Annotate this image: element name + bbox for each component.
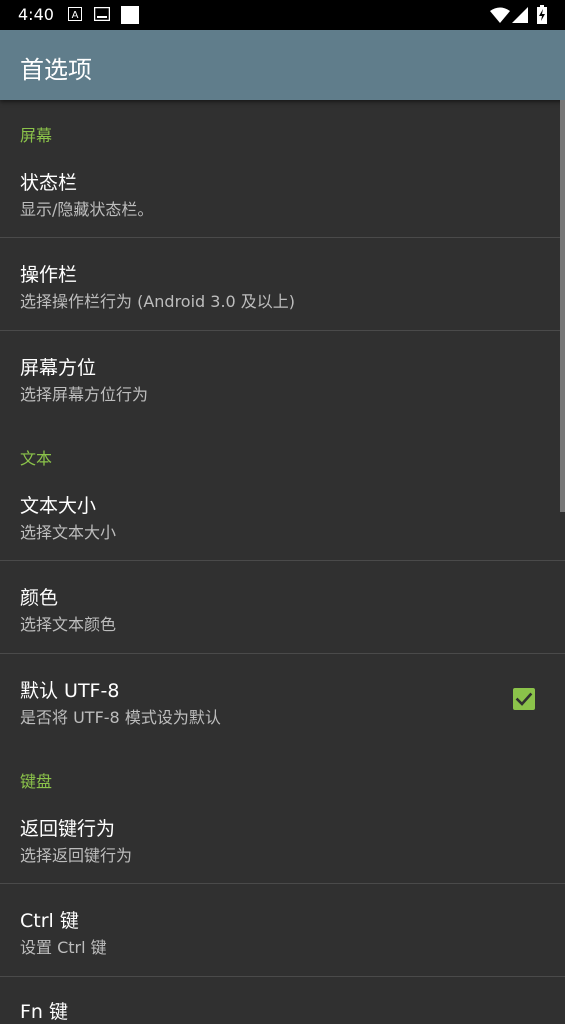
pref-summary: 选择屏幕方位行为 bbox=[20, 385, 149, 404]
pref-summary: 选择操作栏行为 (Android 3.0 及以上) bbox=[20, 292, 296, 311]
pref-item-color[interactable]: 颜色 选择文本颜色 bbox=[0, 561, 565, 653]
pref-item-ctrlkey[interactable]: Ctrl 键 设置 Ctrl 键 bbox=[0, 884, 565, 976]
pref-title: 状态栏 bbox=[20, 172, 78, 194]
pref-title: Fn 键 bbox=[20, 1001, 69, 1023]
pref-item-orientation[interactable]: 屏幕方位 选择屏幕方位行为 bbox=[0, 331, 565, 423]
pref-item-backkey[interactable]: 返回键行为 选择返回键行为 bbox=[0, 796, 565, 883]
pref-summary: 设置 Ctrl 键 bbox=[20, 938, 107, 957]
utf8-checkbox[interactable] bbox=[513, 688, 535, 710]
cell-signal-icon bbox=[512, 7, 528, 23]
pref-title: 屏幕方位 bbox=[20, 357, 97, 379]
category-screen: 屏幕 bbox=[20, 126, 53, 145]
pref-title: 默认 UTF-8 bbox=[20, 680, 120, 702]
pref-item-statusbar[interactable]: 状态栏 显示/隐藏状态栏。 bbox=[0, 150, 565, 237]
pref-summary: 选择返回键行为 bbox=[20, 846, 133, 865]
svg-text:A: A bbox=[72, 10, 79, 21]
pref-title: Ctrl 键 bbox=[20, 910, 79, 932]
category-keyboard: 键盘 bbox=[20, 772, 53, 791]
pref-summary: 选择文本大小 bbox=[20, 523, 117, 542]
blank-notification-icon bbox=[121, 6, 139, 24]
app-bar: 首选项 bbox=[0, 30, 565, 100]
pref-summary: 显示/隐藏状态栏。 bbox=[20, 200, 154, 219]
pref-summary: 选择文本颜色 bbox=[20, 615, 117, 634]
wifi-icon bbox=[490, 7, 510, 23]
pref-title: 返回键行为 bbox=[20, 818, 116, 840]
screen-notification-icon bbox=[94, 7, 110, 21]
pref-title: 颜色 bbox=[20, 587, 59, 609]
pref-summary: 是否将 UTF-8 模式设为默认 bbox=[20, 708, 221, 727]
pref-item-utf8[interactable]: 默认 UTF-8 是否将 UTF-8 模式设为默认 bbox=[0, 654, 565, 746]
pref-item-textsize[interactable]: 文本大小 选择文本大小 bbox=[0, 473, 565, 560]
pref-title: 文本大小 bbox=[20, 495, 97, 517]
page-title: 首选项 bbox=[20, 56, 92, 84]
scrollbar[interactable] bbox=[560, 100, 565, 512]
checkmark-icon bbox=[515, 692, 533, 706]
battery-charging-icon bbox=[537, 5, 547, 24]
status-bar: 4:40 A bbox=[0, 0, 565, 30]
pref-title: 操作栏 bbox=[20, 264, 78, 286]
accessibility-notification-icon: A bbox=[68, 7, 82, 21]
pref-item-actionbar[interactable]: 操作栏 选择操作栏行为 (Android 3.0 及以上) bbox=[0, 238, 565, 330]
pref-item-fnkey[interactable]: Fn 键 bbox=[0, 977, 565, 1023]
status-time: 4:40 bbox=[18, 5, 54, 24]
category-text: 文本 bbox=[20, 449, 53, 468]
